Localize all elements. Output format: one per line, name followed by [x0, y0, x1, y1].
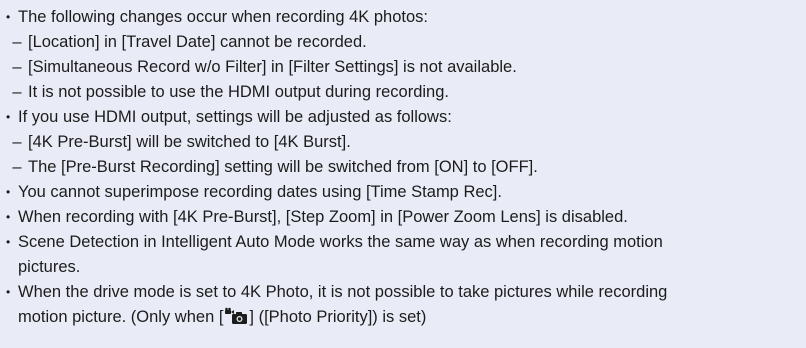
note-subitem-text: It is not possible to use the HDMI outpu… — [28, 83, 449, 101]
note-subitem: – It is not possible to use the HDMI outp… — [6, 80, 800, 105]
note-subitem-text: [4K Pre-Burst] will be switched to [4K B… — [28, 133, 351, 151]
bullet-icon: • — [6, 235, 11, 249]
note-text: The following changes occur when recordi… — [18, 8, 428, 26]
note-item: • You cannot superimpose recording dates … — [6, 180, 800, 205]
note-text: motion picture. (Only when [ — [18, 308, 224, 326]
note-text: Scene Detection in Intelligent Auto Mode… — [18, 233, 663, 251]
note-subitem: – [Simultaneous Record w/o Filter] in [Fi… — [6, 55, 800, 80]
note-item: • When recording with [4K Pre-Burst], [St… — [6, 205, 800, 230]
note-text: When recording with [4K Pre-Burst], [Ste… — [18, 208, 628, 226]
note-subitem: – [Location] in [Travel Date] cannot be r… — [6, 30, 800, 55]
note-continuation: pictures. — [6, 255, 800, 280]
note-text: ] ([Photo Priority]) is set) — [249, 308, 427, 326]
note-subitem: – The [Pre-Burst Recording] setting will … — [6, 155, 800, 180]
note-subitem-text: The [Pre-Burst Recording] setting will b… — [28, 158, 538, 176]
note-subitem-text: [Simultaneous Record w/o Filter] in [Fil… — [28, 58, 517, 76]
note-item: • Scene Detection in Intelligent Auto Mod… — [6, 230, 800, 255]
bullet-icon: • — [6, 285, 11, 299]
bullet-icon: • — [6, 10, 11, 24]
note-subitem-text: [Location] in [Travel Date] cannot be re… — [28, 33, 367, 51]
bullet-icon: • — [6, 210, 11, 224]
bullet-icon: • — [6, 185, 11, 199]
dash-icon: – — [12, 83, 22, 101]
note-continuation: motion picture. (Only when [ ] ([Photo P… — [6, 305, 800, 330]
notes-panel: • The following changes occur when record… — [0, 0, 806, 348]
note-subitem: – [4K Pre-Burst] will be switched to [4K … — [6, 130, 800, 155]
photo-priority-icon — [224, 307, 248, 325]
note-text: You cannot superimpose recording dates u… — [18, 183, 502, 201]
dash-icon: – — [12, 133, 22, 151]
note-text: If you use HDMI output, settings will be… — [18, 108, 452, 126]
note-text: When the drive mode is set to 4K Photo, … — [18, 283, 668, 301]
dash-icon: – — [12, 33, 22, 51]
bullet-icon: • — [6, 110, 11, 124]
note-item: • The following changes occur when record… — [6, 5, 800, 30]
note-text: pictures. — [18, 258, 81, 276]
note-item: • If you use HDMI output, settings will b… — [6, 105, 800, 130]
dash-icon: – — [12, 158, 22, 176]
dash-icon: – — [12, 58, 22, 76]
note-item: • When the drive mode is set to 4K Photo,… — [6, 280, 800, 305]
